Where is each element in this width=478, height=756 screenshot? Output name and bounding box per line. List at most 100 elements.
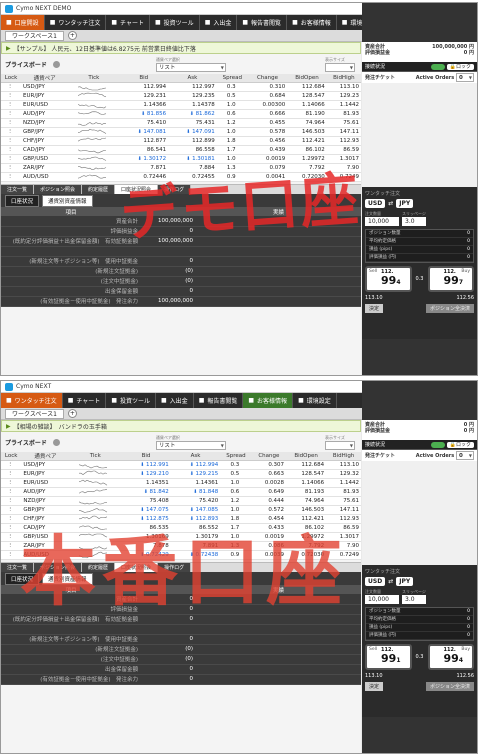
ask-cell[interactable]: ⬇ 112.994 [170, 460, 221, 470]
column-header[interactable]: Lock [1, 452, 22, 461]
column-header[interactable]: BidHigh [326, 452, 361, 461]
column-header[interactable]: Bid [121, 452, 171, 461]
quote-currency-select[interactable]: JPY [396, 577, 414, 586]
menu-item[interactable]: ■ ワンタッチ注文 [1, 393, 63, 408]
ask-cell[interactable]: 1.30179 [170, 532, 221, 542]
lock-cell[interactable]: ⫶ [1, 478, 22, 488]
lock-toggle-icon[interactable]: ⫶ [9, 471, 10, 477]
slippage-input[interactable]: 3.0 [402, 595, 426, 604]
lock-toggle-icon[interactable]: ⫶ [9, 120, 10, 126]
bid-cell[interactable]: 1.30169 [121, 532, 171, 542]
column-header[interactable]: Spread [220, 452, 252, 461]
lock-toggle-icon[interactable]: ⫶ [9, 462, 10, 468]
ask-cell[interactable]: 75.420 [170, 496, 221, 506]
lock-toggle-icon[interactable]: ⫶ [9, 480, 10, 486]
menu-item[interactable]: ■ お客様情報 [287, 15, 337, 30]
swap-icon[interactable]: ⇄ [388, 578, 393, 585]
lock-toggle-icon[interactable]: ⫶ [9, 138, 10, 144]
ask-cell[interactable]: 7.884 [168, 163, 217, 173]
bid-cell[interactable]: 86.535 [121, 523, 171, 533]
bottom-tab[interactable]: ポジション照会 [34, 185, 83, 194]
news-ticker[interactable]: ▶ 【相場の雑談】 バンドラの玉手箱 [1, 420, 361, 432]
ask-cell[interactable]: ⬇ 129.215 [170, 469, 221, 479]
column-header[interactable]: Tick [68, 74, 120, 83]
rate-row[interactable]: ⫶ GBP/JPY ⬇ 147.075 ⬇ 147.085 1.0 0.572 146.50… [1, 505, 361, 515]
lock-cell[interactable]: ⫶ [1, 514, 22, 524]
menu-item[interactable]: ■環境設定 [293, 393, 337, 408]
bid-cell[interactable]: ⬇ 1.30172 [119, 154, 169, 164]
lock-cell[interactable]: ⫶ [1, 505, 22, 515]
menu-item[interactable]: ■ 報告書閲覧 [237, 15, 288, 30]
ask-cell[interactable]: ⬇ 81.862 [168, 109, 217, 119]
close-all-button[interactable]: ポジション全決済 [425, 304, 474, 313]
bid-cell[interactable]: 0.72446 [119, 172, 169, 182]
lock-toggle-icon[interactable]: ⫶ [9, 156, 10, 162]
lock-toggle-icon[interactable]: ⫶ [9, 102, 10, 108]
ask-cell[interactable]: ⬇ 1.30181 [168, 154, 217, 164]
rate-row[interactable]: ⫶ NZD/JPY 75.408 75.420 1.2 0.444 74.964 75.61 [1, 496, 361, 506]
column-header[interactable]: Tick [69, 452, 122, 461]
ask-cell[interactable]: ⬇ 81.848 [170, 487, 221, 497]
active-orders[interactable]: Active Orders 0 [416, 451, 474, 460]
connection-toggle-icon[interactable] [431, 63, 446, 70]
ask-cell[interactable]: 7.891 [170, 541, 221, 551]
menu-item[interactable]: ■ チャート [63, 393, 107, 408]
bid-cell[interactable]: 1.14351 [121, 478, 171, 488]
sell-button[interactable]: Sell 112. 991 [365, 644, 412, 670]
lock-toggle-icon[interactable]: ⫶ [9, 165, 10, 171]
rate-row[interactable]: ⫶ GBP/USD 1.30169 1.30179 1.0 0.0019 1.29972 1.… [1, 532, 361, 542]
column-header[interactable]: Change [251, 452, 287, 461]
active-orders[interactable]: Active Orders 0 [416, 73, 474, 82]
qty-input[interactable]: 10,000 [365, 217, 399, 226]
confirm-button[interactable]: 決定 [365, 304, 384, 313]
rate-row[interactable]: ⫶ EUR/JPY 129.231 129.235 0.5 0.684 128.547 129… [1, 91, 361, 101]
column-header[interactable]: 通貨ペア [21, 452, 70, 461]
rate-row[interactable]: ⫶ EUR/JPY ⬇ 129.210 ⬇ 129.215 0.5 0.663 128.54… [1, 469, 361, 479]
lock-cell[interactable]: ⫶ [1, 496, 22, 506]
rate-row[interactable]: ⫶ AUD/JPY ⬇ 81.856 ⬇ 81.862 0.6 0.666 81.190 81… [1, 109, 361, 119]
lock-button[interactable]: 🔒ロック [446, 64, 474, 70]
menu-item[interactable]: ■ 入出金 [200, 15, 238, 30]
bottom-tab[interactable]: 約定履歴 [82, 563, 116, 572]
column-header[interactable]: BidOpen [286, 452, 327, 461]
lock-cell[interactable]: ⫶ [1, 100, 22, 110]
close-all-button[interactable]: ポジション全決済 [425, 682, 474, 691]
news-ticker[interactable]: ▶ 【サンプル】 人民元、12日基準値は6.8275元 前営業日終値比下落 [1, 42, 361, 54]
ask-cell[interactable]: 112.899 [168, 136, 217, 146]
bottom-tab[interactable]: 口座状況照会 [115, 185, 159, 194]
bid-cell[interactable]: ⬇ 129.210 [121, 469, 171, 479]
rate-row[interactable]: ⫶ USD/JPY ⬇ 112.991 ⬇ 112.994 0.3 0.307 112.68… [1, 460, 361, 470]
lock-toggle-icon[interactable]: ⫶ [9, 129, 10, 135]
ask-cell[interactable]: ⬇ 0.72438 [170, 550, 221, 560]
menu-item[interactable]: ■ ワンタッチ注文 [45, 15, 107, 30]
quote-currency-select[interactable]: JPY [396, 199, 414, 208]
bid-cell[interactable]: 75.408 [121, 496, 171, 506]
column-header[interactable]: BidHigh [326, 74, 361, 83]
bid-cell[interactable]: 1.14366 [119, 100, 169, 110]
active-orders-count[interactable]: 0 [456, 73, 474, 82]
active-orders-count[interactable]: 0 [456, 451, 474, 460]
lock-toggle-icon[interactable]: ⫶ [9, 543, 10, 549]
ask-cell[interactable]: 112.997 [168, 82, 217, 92]
lock-cell[interactable]: ⫶ [1, 469, 22, 479]
rate-row[interactable]: ⫶ CAD/JPY 86.541 86.558 1.7 0.439 86.102 86.59 [1, 145, 361, 155]
lock-cell[interactable]: ⫶ [1, 523, 22, 533]
lock-cell[interactable]: ⫶ [1, 145, 22, 155]
column-header[interactable]: Ask [168, 74, 217, 83]
lock-toggle-icon[interactable]: ⫶ [9, 516, 10, 522]
ask-cell[interactable]: 75.431 [168, 118, 217, 128]
bottom-tab[interactable]: 操作ログ [158, 185, 192, 194]
column-header[interactable]: Spread [216, 74, 248, 83]
gear-icon[interactable] [52, 438, 60, 446]
sell-button[interactable]: Sell 112. 994 [365, 266, 412, 292]
bid-cell[interactable]: 75.410 [119, 118, 169, 128]
bid-cell[interactable]: 129.231 [119, 91, 169, 101]
lock-toggle-icon[interactable]: ⫶ [9, 507, 10, 513]
rate-row[interactable]: ⫶ AUD/USD ⬇ 0.72429 ⬇ 0.72438 0.9 0.0039 0.720… [1, 550, 361, 560]
bid-cell[interactable]: 7.878 [121, 541, 171, 551]
lock-cell[interactable]: ⫶ [1, 172, 22, 182]
column-header[interactable]: Bid [119, 74, 169, 83]
lock-toggle-icon[interactable]: ⫶ [9, 111, 10, 117]
ask-cell[interactable]: 1.14361 [170, 478, 221, 488]
lock-cell[interactable]: ⫶ [1, 154, 22, 164]
